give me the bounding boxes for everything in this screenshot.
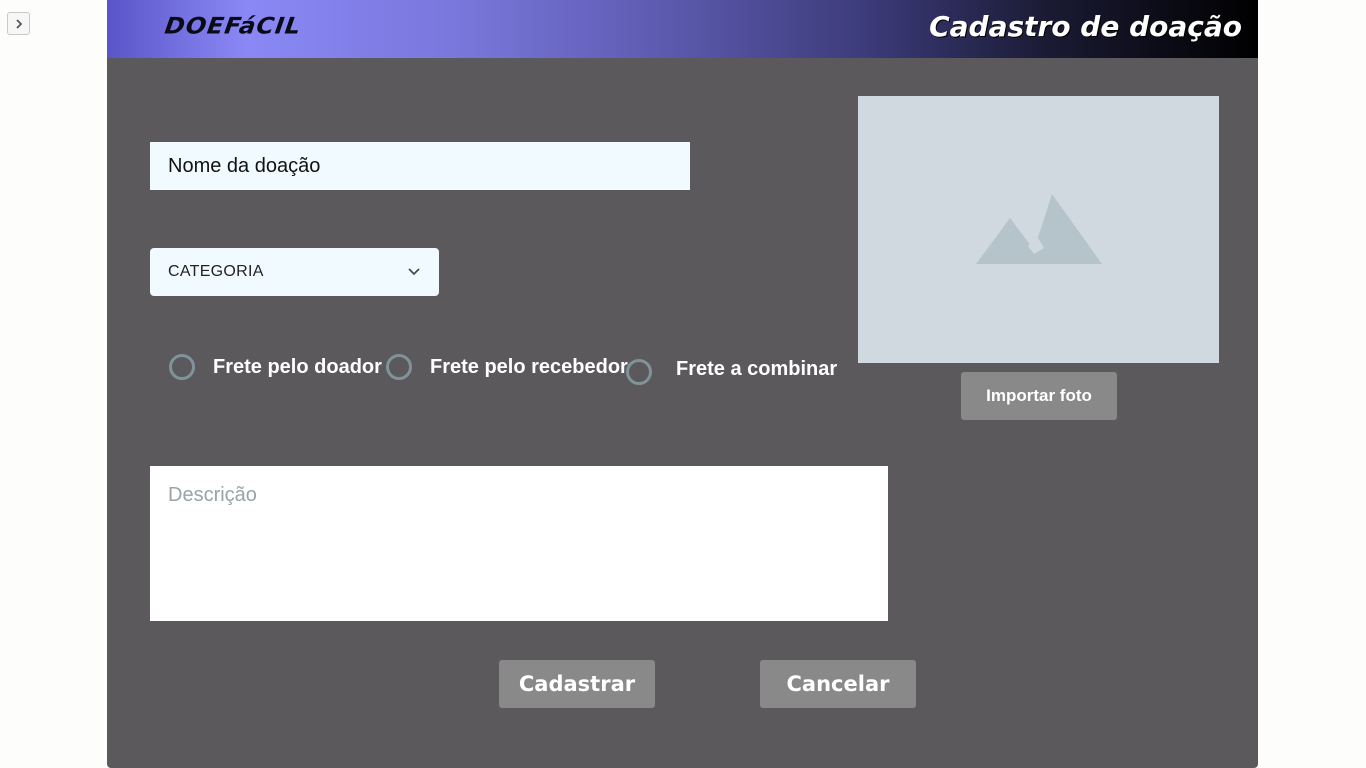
page-title: Cadastro de doação xyxy=(929,10,1242,43)
app-logo[interactable]: DOEFáCIL xyxy=(163,13,303,40)
description-textarea[interactable] xyxy=(150,466,888,621)
radio-label: Frete a combinar xyxy=(676,357,838,380)
submit-button[interactable]: Cadastrar xyxy=(499,660,655,708)
cancel-button[interactable]: Cancelar xyxy=(760,660,916,708)
radio-button[interactable] xyxy=(169,354,195,380)
radio-button[interactable] xyxy=(626,359,652,385)
image-placeholder-icon xyxy=(976,194,1102,264)
header-bar: DOEFáCIL Cadastro de doação xyxy=(107,0,1258,58)
shipping-option-donor[interactable]: Frete pelo doador xyxy=(169,350,382,384)
shipping-option-receiver[interactable]: Frete pelo recebedor xyxy=(386,350,628,384)
import-photo-button[interactable]: Importar foto xyxy=(961,372,1117,420)
radio-button[interactable] xyxy=(386,354,412,380)
expand-sidebar-button[interactable] xyxy=(7,12,30,35)
shipping-option-negotiable[interactable]: Frete a combinar xyxy=(626,352,837,386)
radio-label: Frete pelo recebedor xyxy=(430,355,628,378)
chevron-right-icon xyxy=(15,18,22,29)
chevron-down-icon xyxy=(408,268,420,276)
category-label: CATEGORIA xyxy=(168,263,264,280)
donation-name-input[interactable] xyxy=(150,142,690,190)
photo-preview xyxy=(858,96,1219,363)
category-dropdown[interactable]: CATEGORIA xyxy=(150,248,439,296)
radio-label: Frete pelo doador xyxy=(213,355,382,378)
donation-form-panel: DOEFáCIL Cadastro de doação CATEGORIA Fr… xyxy=(107,0,1258,768)
